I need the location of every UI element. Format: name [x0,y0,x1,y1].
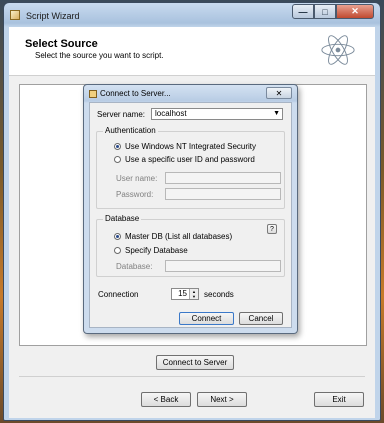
connect-button[interactable]: Connect [179,312,234,325]
exit-button[interactable]: Exit [314,392,364,407]
user-name-field[interactable] [165,172,281,184]
cancel-button[interactable]: Cancel [239,312,283,325]
database-label: Database: [116,262,153,271]
chevron-down-icon[interactable]: ▼ [273,109,280,119]
authentication-group-label: Authentication [103,126,158,135]
minimize-button[interactable]: — [292,4,314,19]
connection-label: Connection [98,290,139,299]
database-group: Database ? Master DB (List all databases… [96,214,285,277]
title-bar[interactable]: Script Wizard — □ ✕ [4,3,380,27]
next-button[interactable]: Next > [197,392,247,407]
master-db-label: Master DB (List all databases) [125,232,233,241]
connect-to-server-button[interactable]: Connect to Server [156,355,234,370]
app-icon [10,10,20,20]
windows-security-label: Use Windows NT Integrated Security [125,142,257,151]
spin-arrows-icon[interactable]: ▲ ▼ [189,289,198,299]
database-group-label: Database [103,214,142,223]
dialog-close-button[interactable]: ✕ [266,87,292,99]
specific-user-radio[interactable] [114,156,121,163]
atom-icon [321,35,355,65]
maximize-button[interactable]: □ [314,4,336,19]
connect-to-server-dialog: Connect to Server... ✕ Server name: loca… [83,84,298,334]
windows-security-radio[interactable] [114,143,121,150]
wizard-header: Select Source Select the source you want… [9,27,375,75]
window-title: Script Wizard [26,11,80,21]
page-title: Select Source [25,38,98,50]
connection-timeout-value: 15 [178,289,187,298]
dialog-title: Connect to Server... [100,89,171,98]
user-name-label: User name: [116,174,158,183]
back-button[interactable]: < Back [141,392,191,407]
page-subtitle: Select the source you want to script. [35,51,164,60]
connection-unit-label: seconds [204,290,234,299]
password-label: Password: [116,190,154,199]
server-name-label: Server name: [97,110,146,119]
close-button[interactable]: ✕ [336,4,374,19]
specify-database-label: Specify Database [125,246,188,255]
master-db-radio[interactable] [114,233,121,240]
specify-database-radio[interactable] [114,247,121,254]
connection-timeout-stepper[interactable]: 15 ▲ ▼ [171,288,199,300]
dialog-body: Server name: localhost ▼ Authentication … [89,102,292,328]
authentication-group: Authentication Use Windows NT Integrated… [96,126,285,209]
password-field[interactable] [165,188,281,200]
database-field[interactable] [165,260,281,272]
server-name-value: localhost [155,109,187,118]
dialog-icon [89,90,97,98]
server-name-combobox[interactable]: localhost ▼ [151,108,283,120]
footer-separator [19,376,365,377]
help-button[interactable]: ? [267,224,277,234]
specific-user-label: Use a specific user ID and password [125,155,255,164]
